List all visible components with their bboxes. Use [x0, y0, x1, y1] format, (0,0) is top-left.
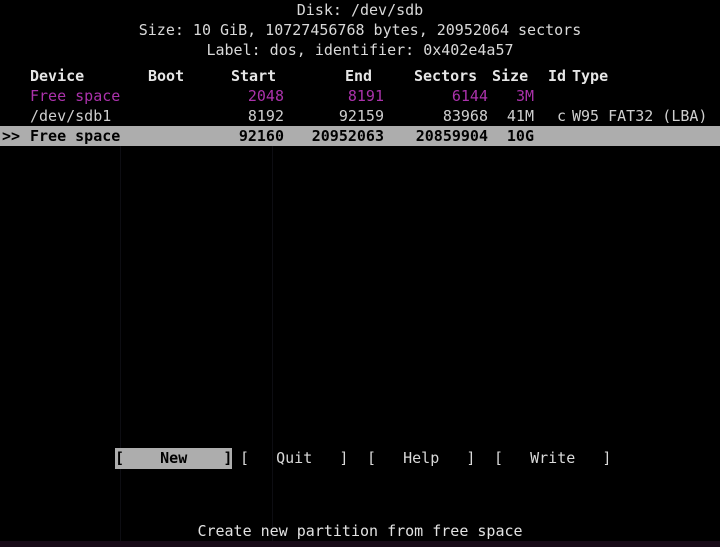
column-header-boot: Boot [148, 67, 185, 85]
cell-device: /dev/sdb1 [30, 107, 112, 125]
menu-button-help[interactable]: [ Help ] [367, 448, 475, 469]
disk-size-line: Size: 10 GiB, 10727456768 bytes, 2095206… [138, 21, 582, 39]
cell-size: 3M [515, 87, 534, 105]
terminal-seam [120, 146, 121, 547]
cell-sectors: 83968 [442, 107, 488, 125]
cell-end: 20952063 [311, 127, 384, 145]
cell-end: 92159 [338, 107, 384, 125]
status-hint: Create new partition from free space [197, 522, 523, 540]
cell-size: 10G [506, 127, 534, 145]
menu-button-write[interactable]: [ Write ] [494, 448, 611, 469]
column-header-start: Start [231, 67, 277, 85]
row-selection-marker: >> [2, 127, 21, 145]
cell-id: c [556, 107, 566, 125]
menu-bar: [ New ] [ Quit ] [ Help ] [ Write ] [0, 448, 720, 470]
partition-table: Device Boot Start End Sectors Size Id Ty… [0, 66, 720, 146]
bottom-band [0, 541, 720, 547]
cell-sectors: 6144 [451, 87, 488, 105]
disk-label-line: Label: dos, identifier: 0x402e4a57 [206, 41, 514, 59]
table-row[interactable]: Free space 2048 8191 6144 3M [0, 86, 720, 106]
column-header-sectors: Sectors [414, 67, 478, 85]
menu-button-quit[interactable]: [ Quit ] [240, 448, 348, 469]
disk-summary-header: Disk: /dev/sdb Size: 10 GiB, 10727456768… [0, 0, 720, 60]
cell-end: 8191 [347, 87, 384, 105]
table-row[interactable]: /dev/sdb1 8192 92159 83968 41M c W95 FAT… [0, 106, 720, 126]
column-header-id: Id [548, 67, 567, 85]
disk-device-line: Disk: /dev/sdb [296, 1, 424, 19]
cell-device: Free space [30, 127, 121, 145]
terminal-seam [272, 146, 273, 547]
cell-sectors: 20859904 [415, 127, 488, 145]
menu-button-new[interactable]: [ New ] [115, 448, 233, 469]
cell-start: 92160 [238, 127, 284, 145]
cfdisk-screen: Disk: /dev/sdb Size: 10 GiB, 10727456768… [0, 0, 720, 547]
cell-start: 2048 [247, 87, 284, 105]
cell-start: 8192 [247, 107, 284, 125]
column-header-end: End [345, 67, 373, 85]
table-row-selected[interactable]: >> Free space 92160 20952063 20859904 10… [0, 126, 720, 146]
table-header-row: Device Boot Start End Sectors Size Id Ty… [0, 66, 720, 86]
cell-size: 41M [506, 107, 534, 125]
cell-device: Free space [30, 87, 121, 105]
column-header-size: Size [492, 67, 529, 85]
column-header-type: Type [572, 67, 609, 85]
cell-type: W95 FAT32 (LBA) [572, 107, 708, 125]
column-header-device: Device [30, 67, 85, 85]
